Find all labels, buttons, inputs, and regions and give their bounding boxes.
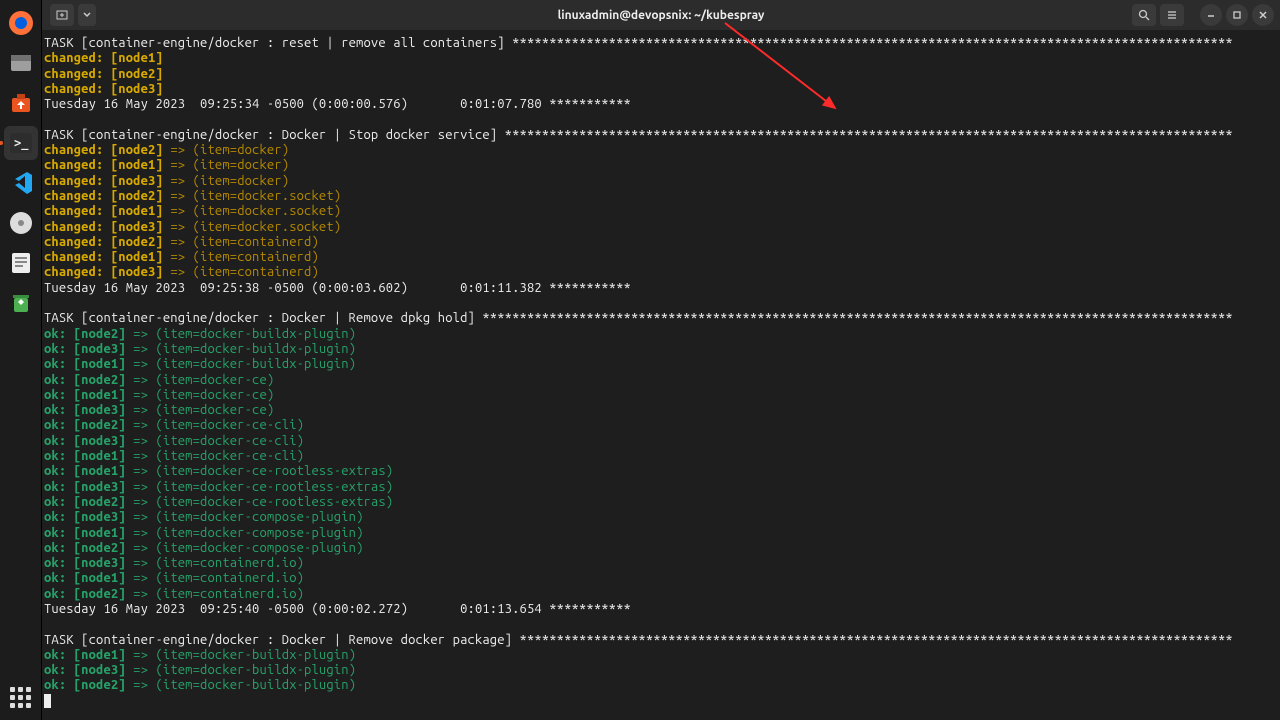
firefox-icon[interactable] <box>4 6 38 40</box>
software-icon[interactable] <box>4 86 38 120</box>
window-title: linuxadmin@devopsnix: ~/kubespray <box>42 9 1280 22</box>
svg-text:>_: >_ <box>14 136 29 151</box>
dock: >_ <box>0 0 42 720</box>
text-editor-icon[interactable] <box>4 246 38 280</box>
files-icon[interactable] <box>4 46 38 80</box>
trash-icon[interactable] <box>4 286 38 320</box>
terminal-icon[interactable]: >_ <box>4 126 38 160</box>
search-button[interactable] <box>1132 4 1156 26</box>
titlebar: linuxadmin@devopsnix: ~/kubespray <box>42 0 1280 30</box>
vscode-icon[interactable] <box>4 166 38 200</box>
terminal-cursor <box>44 694 51 708</box>
maximize-button[interactable] <box>1226 4 1248 26</box>
minimize-button[interactable] <box>1200 4 1222 26</box>
new-tab-button[interactable] <box>50 4 74 26</box>
show-apps-button[interactable] <box>4 680 38 714</box>
close-button[interactable] <box>1252 4 1274 26</box>
disc-icon[interactable] <box>4 206 38 240</box>
tab-dropdown-button[interactable] <box>78 4 96 26</box>
menu-button[interactable] <box>1160 4 1184 26</box>
terminal-output[interactable]: TASK [container-engine/docker : reset | … <box>42 30 1280 720</box>
